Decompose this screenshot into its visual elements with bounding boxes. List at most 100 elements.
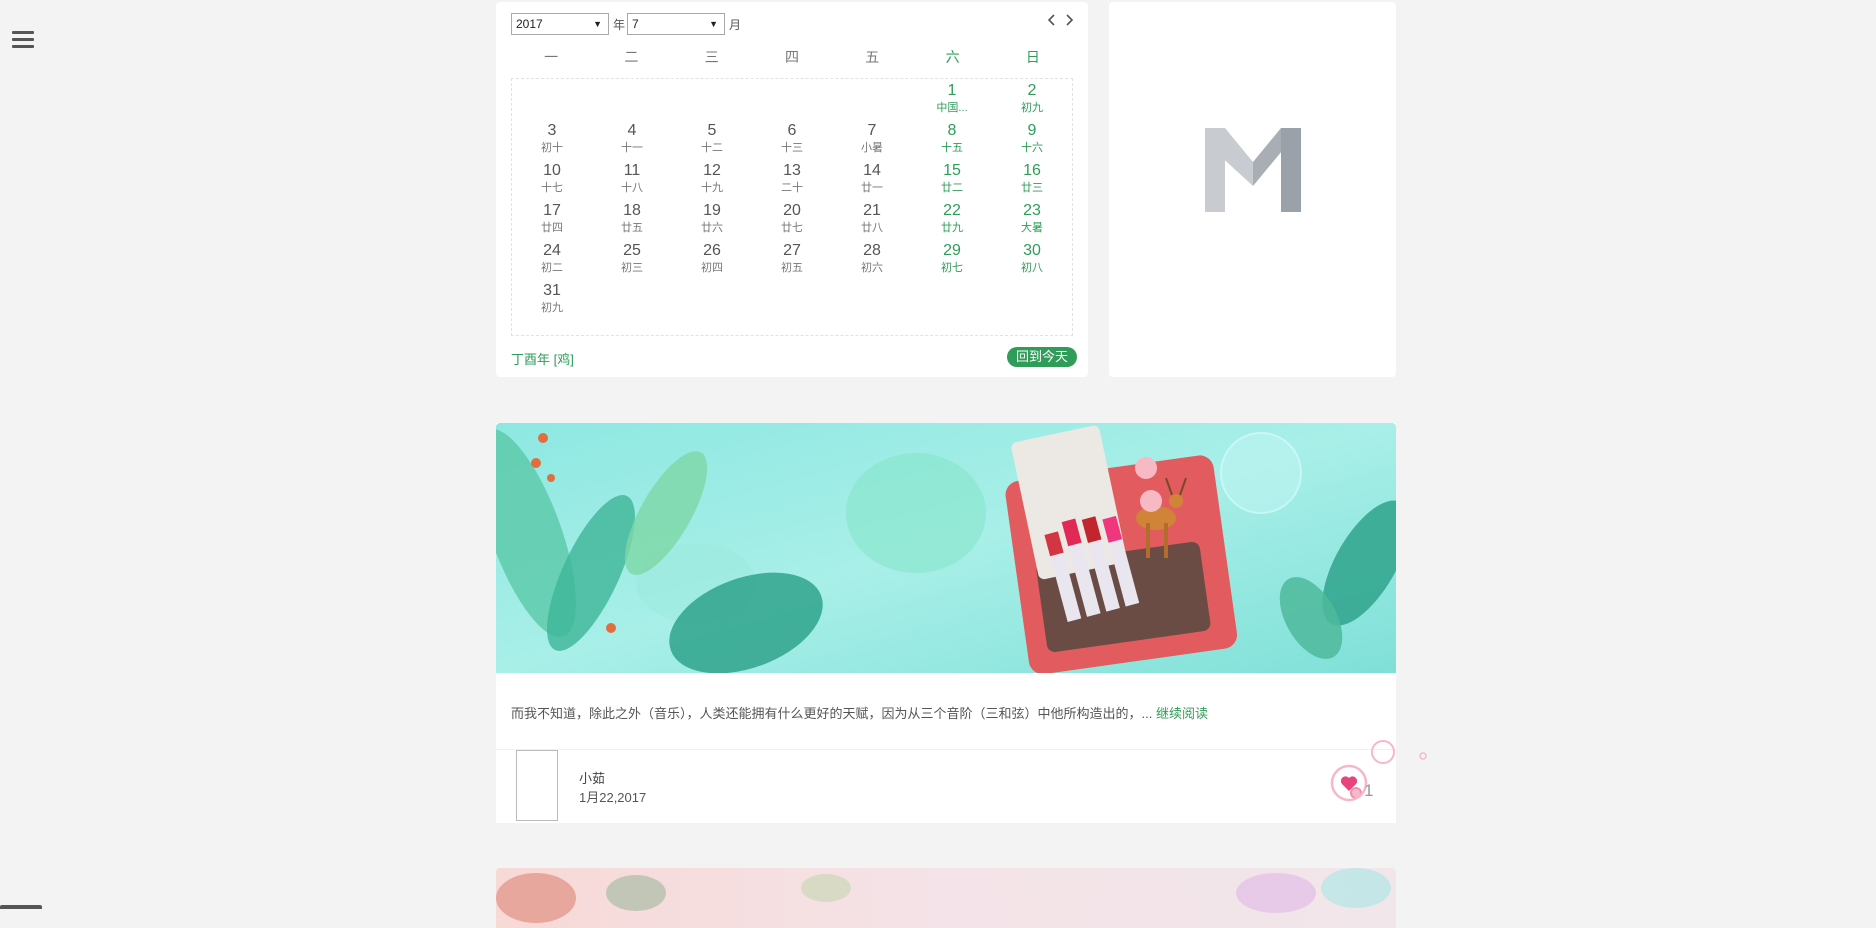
author-name[interactable]: 小茹: [579, 768, 605, 787]
calendar-day-12[interactable]: 12 十九: [672, 159, 752, 199]
day-number: 16: [1023, 162, 1041, 179]
calendar-widget: 2017 ▼ 年 7 ▼ 月 一 二 三 四 五 六 日 1 中国... 2 初九 3 初…: [496, 2, 1088, 377]
calendar-day-29[interactable]: 29 初七: [912, 239, 992, 279]
calendar-day-27[interactable]: 27 初五: [752, 239, 832, 279]
calendar-day-26[interactable]: 26 初四: [672, 239, 752, 279]
weekday-header: 一 二 三 四 五 六 日: [511, 47, 1073, 67]
post-excerpt: 而我不知道，除此之外（音乐），人类还能拥有什么更好的天赋，因为从三个音阶（三和弦…: [511, 703, 1208, 722]
author-avatar[interactable]: [516, 750, 558, 821]
day-number: 2: [1027, 82, 1037, 99]
heart-icon: [1330, 764, 1368, 802]
lunar-date: 十五: [941, 142, 963, 154]
lunar-date: 大暑: [1021, 222, 1043, 234]
calendar-day-empty: [512, 79, 592, 119]
lunar-date: 廿一: [861, 182, 883, 194]
calendar-day-9[interactable]: 9 十六: [992, 119, 1072, 159]
lunar-date: 廿八: [861, 222, 883, 234]
calendar-day-23[interactable]: 23 大暑: [992, 199, 1072, 239]
day-number: 1: [947, 82, 957, 99]
day-number: 18: [623, 202, 641, 219]
post-card: 而我不知道，除此之外（音乐），人类还能拥有什么更好的天赋，因为从三个音阶（三和弦…: [496, 423, 1427, 823]
lunar-date: 初四: [701, 262, 723, 274]
calendar-day-4[interactable]: 4 十一: [592, 119, 672, 159]
divider: [496, 749, 1396, 750]
day-number: 9: [1027, 122, 1037, 139]
year-value: 2017: [516, 17, 543, 31]
day-number: 19: [703, 202, 721, 219]
menu-button[interactable]: [12, 28, 34, 50]
day-number: 17: [543, 202, 561, 219]
lunar-date: 廿六: [701, 222, 723, 234]
dropdown-arrow-icon: ▼: [593, 19, 602, 29]
calendar-day-5[interactable]: 5 十二: [672, 119, 752, 159]
calendar-day-15[interactable]: 15 廿二: [912, 159, 992, 199]
calendar-day-14[interactable]: 14 廿一: [832, 159, 912, 199]
calendar-day-17[interactable]: 17 廿四: [512, 199, 592, 239]
calendar-day-20[interactable]: 20 廿七: [752, 199, 832, 239]
day-number: 23: [1023, 202, 1041, 219]
lunar-date: 十六: [1021, 142, 1043, 154]
year-label: 年: [613, 17, 626, 32]
chevron-right-icon: [1066, 14, 1074, 26]
calendar-day-empty: [592, 79, 672, 119]
scroll-handle[interactable]: [0, 905, 42, 909]
calendar-day-30[interactable]: 30 初八: [992, 239, 1072, 279]
weekday-label: 日: [1025, 49, 1040, 65]
calendar-day-24[interactable]: 24 初二: [512, 239, 592, 279]
calendar-day-19[interactable]: 19 廿六: [672, 199, 752, 239]
day-number: 20: [783, 202, 801, 219]
calendar-day-1[interactable]: 1 中国...: [912, 79, 992, 119]
weekday-label: 一: [544, 49, 559, 65]
month-select[interactable]: 7 ▼: [627, 13, 726, 35]
lunar-date: 初八: [1021, 262, 1043, 274]
post-banner-image[interactable]: [496, 423, 1396, 673]
day-number: 22: [943, 202, 961, 219]
calendar-day-8[interactable]: 8 十五: [912, 119, 992, 159]
calendar-header: 2017 ▼ 年 7 ▼ 月: [511, 12, 743, 36]
chevron-left-icon: [1047, 14, 1055, 26]
day-number: 21: [863, 202, 881, 219]
calendar-day-22[interactable]: 22 廿九: [912, 199, 992, 239]
calendar-day-25[interactable]: 25 初三: [592, 239, 672, 279]
like-count: 1: [1364, 781, 1374, 800]
calendar-day-2[interactable]: 2 初九: [992, 79, 1072, 119]
calendar-day-10[interactable]: 10 十七: [512, 159, 592, 199]
month-value: 7: [632, 17, 639, 31]
m-logo-icon: [1205, 128, 1301, 212]
year-select[interactable]: 2017 ▼: [511, 13, 609, 35]
calendar-day-16[interactable]: 16 廿三: [992, 159, 1072, 199]
next-post-banner-image[interactable]: [496, 868, 1396, 928]
lunar-date: 十三: [781, 142, 803, 154]
lunar-date: 十九: [701, 182, 723, 194]
calendar-day-31[interactable]: 31 初九: [512, 279, 592, 319]
calendar-day-21[interactable]: 21 廿八: [832, 199, 912, 239]
day-number: 28: [863, 242, 881, 259]
day-number: 30: [1023, 242, 1041, 259]
calendar-day-28[interactable]: 28 初六: [832, 239, 912, 279]
lunar-date: 廿九: [941, 222, 963, 234]
lunar-date: 初五: [781, 262, 803, 274]
day-number: 25: [623, 242, 641, 259]
calendar-day-3[interactable]: 3 初十: [512, 119, 592, 159]
calendar-day-7[interactable]: 7 小暑: [832, 119, 912, 159]
next-month-button[interactable]: [1064, 11, 1074, 31]
day-number: 8: [947, 122, 957, 139]
lunar-date: 中国...: [936, 102, 968, 114]
day-number: 15: [943, 162, 961, 179]
lunar-date: 初九: [541, 302, 563, 314]
calendar-day-6[interactable]: 6 十三: [752, 119, 832, 159]
back-to-today-button[interactable]: 回到今天: [1006, 347, 1077, 367]
prev-month-button[interactable]: [1047, 11, 1057, 31]
calendar-day-18[interactable]: 18 廿五: [592, 199, 672, 239]
calendar-day-11[interactable]: 11 十八: [592, 159, 672, 199]
lunar-date: 廿七: [781, 222, 803, 234]
calendar-day-empty: [752, 79, 832, 119]
day-number: 31: [543, 282, 561, 299]
calendar-day-13[interactable]: 13 二十: [752, 159, 832, 199]
lunar-date: 初三: [621, 262, 643, 274]
excerpt-text: 而我不知道，除此之外（音乐），人类还能拥有什么更好的天赋，因为从三个音阶（三和弦…: [511, 706, 1153, 721]
day-number: 3: [547, 122, 557, 139]
logo-card: [1109, 2, 1396, 377]
read-more-link[interactable]: 继续阅读: [1156, 706, 1208, 721]
day-number: 7: [867, 122, 877, 139]
